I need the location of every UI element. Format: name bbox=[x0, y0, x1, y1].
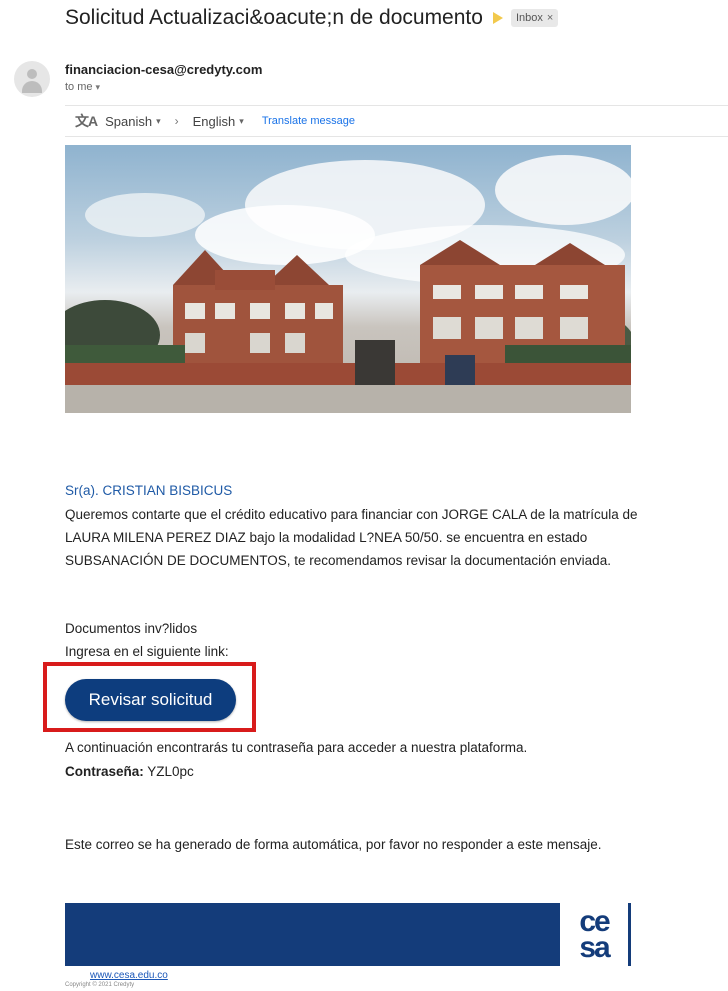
inbox-label-badge[interactable]: Inbox × bbox=[510, 9, 559, 27]
review-request-button[interactable]: Revisar solicitud bbox=[65, 679, 236, 721]
cesa-logo: ce sa bbox=[560, 903, 628, 966]
sender-email[interactable]: financiacion-cesa@credyty.com bbox=[65, 62, 262, 77]
invalid-documents-text: Documentos inv?lidos bbox=[65, 621, 198, 636]
footer-banner: ce sa bbox=[65, 903, 631, 966]
greeting-text: Sr(a). CRISTIAN BISBICUS bbox=[65, 483, 233, 498]
target-language-select[interactable]: English bbox=[193, 114, 236, 129]
avatar-body-shape bbox=[22, 81, 42, 93]
chevron-right-icon: › bbox=[174, 114, 179, 128]
campus-illustration bbox=[65, 155, 631, 413]
inbox-label-text: Inbox bbox=[515, 12, 543, 24]
sender-avatar bbox=[14, 61, 50, 97]
password-line: Contraseña: YZL0pc bbox=[65, 764, 194, 779]
translate-icon: 文A bbox=[75, 113, 98, 129]
auto-generated-notice: Este correo se ha generado de forma auto… bbox=[65, 837, 602, 852]
password-label: Contraseña: bbox=[65, 764, 144, 779]
recipient-label: to me bbox=[65, 81, 93, 93]
password-value: YZL0pc bbox=[147, 764, 194, 779]
copyright-text: Copyright © 2021 Credyty bbox=[65, 982, 135, 988]
email-subject: Solicitud Actualizaci&oacute;n de docume… bbox=[65, 6, 559, 30]
logo-bottom-text: sa bbox=[579, 930, 610, 964]
message-body: Queremos contarte que el crédito educati… bbox=[65, 507, 638, 568]
source-language-dropdown-icon[interactable]: ▾ bbox=[156, 116, 161, 127]
importance-marker-icon[interactable] bbox=[492, 12, 503, 24]
avatar-head-shape bbox=[27, 69, 37, 79]
recipient-line[interactable]: to me ▾ bbox=[65, 81, 100, 93]
source-language-select[interactable]: Spanish bbox=[105, 114, 152, 129]
campus-hero-image bbox=[65, 145, 631, 413]
password-intro-text: A continuación encontrarás tu contraseña… bbox=[65, 740, 528, 755]
translate-bar: 文A Spanish ▾ › English ▾ Translate messa… bbox=[65, 105, 728, 137]
target-language-dropdown-icon[interactable]: ▾ bbox=[239, 116, 244, 127]
cesa-website-link[interactable]: www.cesa.edu.co bbox=[90, 970, 168, 981]
remove-label-icon[interactable]: × bbox=[547, 12, 553, 24]
recipient-details-icon[interactable]: ▾ bbox=[96, 82, 101, 92]
subject-text: Solicitud Actualizaci&oacute;n de docume… bbox=[65, 6, 483, 29]
link-prompt-text: Ingresa en el siguiente link: bbox=[65, 644, 229, 659]
translate-message-link[interactable]: Translate message bbox=[262, 115, 355, 127]
